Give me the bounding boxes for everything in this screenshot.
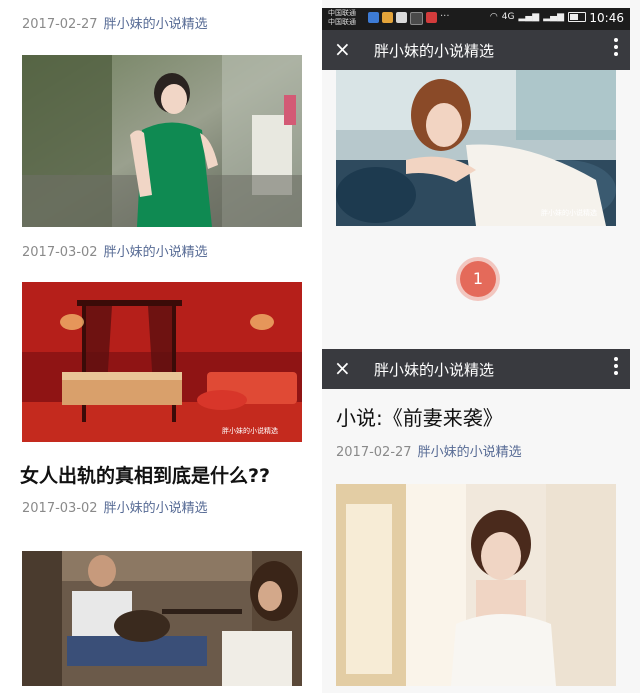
wifi-icon: ◠ [489,12,498,22]
more-notifications: ··· [440,11,450,22]
article-feed: 2017-02-27 胖小妹的小说精选 2017-03-02 胖小妹的小说精选 … [0,0,318,693]
top-nav-bar: × 胖小妹的小说精选 [322,30,630,70]
close-icon[interactable]: × [334,356,351,380]
article-meta-3: 2017-03-02 胖小妹的小说精选 [22,497,208,516]
article-meta: 2017-02-27 胖小妹的小说精选 [336,441,522,460]
bottom-nav-bar: × 胖小妹的小说精选 [322,349,630,389]
battery-icon [568,12,586,22]
app-notification-icon [410,12,423,25]
app-notification-icon [396,12,407,23]
carrier-label: 中国联通 中国联通 [328,9,356,26]
signal-icon: ▂▄▆ [518,12,540,22]
nav-title: 胖小妹的小说精选 [374,42,495,60]
app-notification-icon [368,12,379,23]
signal-icon: ▂▄▆ [543,12,564,22]
article-meta-1: 2017-02-27 胖小妹的小说精选 [22,13,208,32]
article-photo-woman-sofa[interactable]: 胖小妹的小说精选 [336,70,616,226]
app-notification-icon [382,12,393,23]
author-link[interactable]: 胖小妹的小说精选 [418,445,522,460]
article-date: 2017-02-27 [336,445,412,460]
article-title: 小说:《前妻来袭》 [336,406,503,430]
nav-title: 胖小妹的小说精选 [374,361,495,379]
watermark: 胖小妹的小说精选 [541,209,597,217]
article-headline[interactable]: 女人出轨的真相到底是什么?? [20,461,270,488]
notification-icons: ··· [368,12,450,25]
article-photo-qipao[interactable] [22,55,302,227]
article-date: 2017-02-27 [22,17,98,32]
page-number-badge: 1 [460,261,496,297]
clock: 10:46 [589,11,624,25]
author-link[interactable]: 胖小妹的小说精选 [104,501,208,516]
system-icons: ◠ 4G ▂▄▆ ▂▄▆ [490,12,586,22]
article-photo-red-room[interactable]: 胖小妹的小说精选 [22,282,302,442]
close-icon[interactable]: × [334,37,351,61]
watermark: 胖小妹的小说精选 [222,427,278,435]
author-link[interactable]: 胖小妹的小说精选 [104,17,208,32]
more-menu-icon[interactable] [614,357,620,375]
article-date: 2017-03-02 [22,245,98,260]
article-photo-couple-guitar[interactable] [22,551,302,686]
article-meta-2: 2017-03-02 胖小妹的小说精选 [22,241,208,260]
phone-screens: 中国联通 中国联通 ··· ◠ 4G ▂▄▆ ▂▄▆ 10:46 × 胖小妹的小… [322,0,640,693]
app-notification-icon [426,12,437,23]
article-photo-bride[interactable] [336,484,616,686]
more-menu-icon[interactable] [614,38,620,56]
article-date: 2017-03-02 [22,501,98,516]
status-bar: 中国联通 中国联通 ··· ◠ 4G ▂▄▆ ▂▄▆ 10:46 [322,8,630,30]
author-link[interactable]: 胖小妹的小说精选 [104,245,208,260]
network-type: 4G [501,12,515,22]
